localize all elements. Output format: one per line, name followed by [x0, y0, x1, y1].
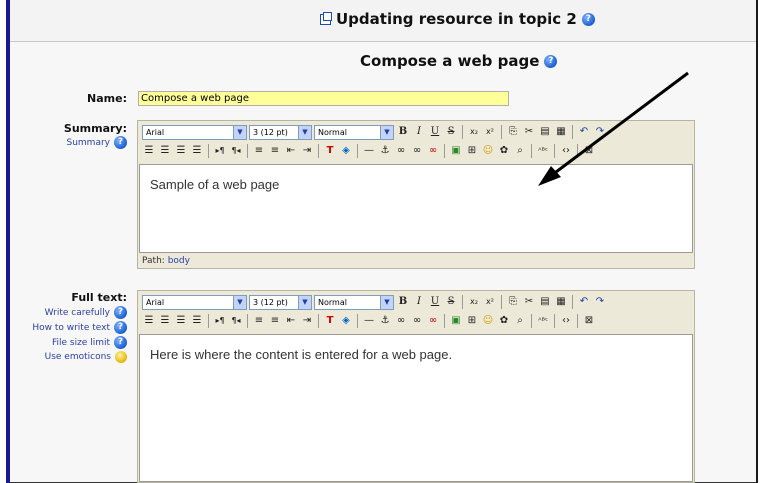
arrow-shaft	[547, 71, 689, 180]
page-frame: Updating resource in topic 2 ? Compose a…	[0, 0, 767, 483]
annotation-arrow	[538, 71, 689, 186]
